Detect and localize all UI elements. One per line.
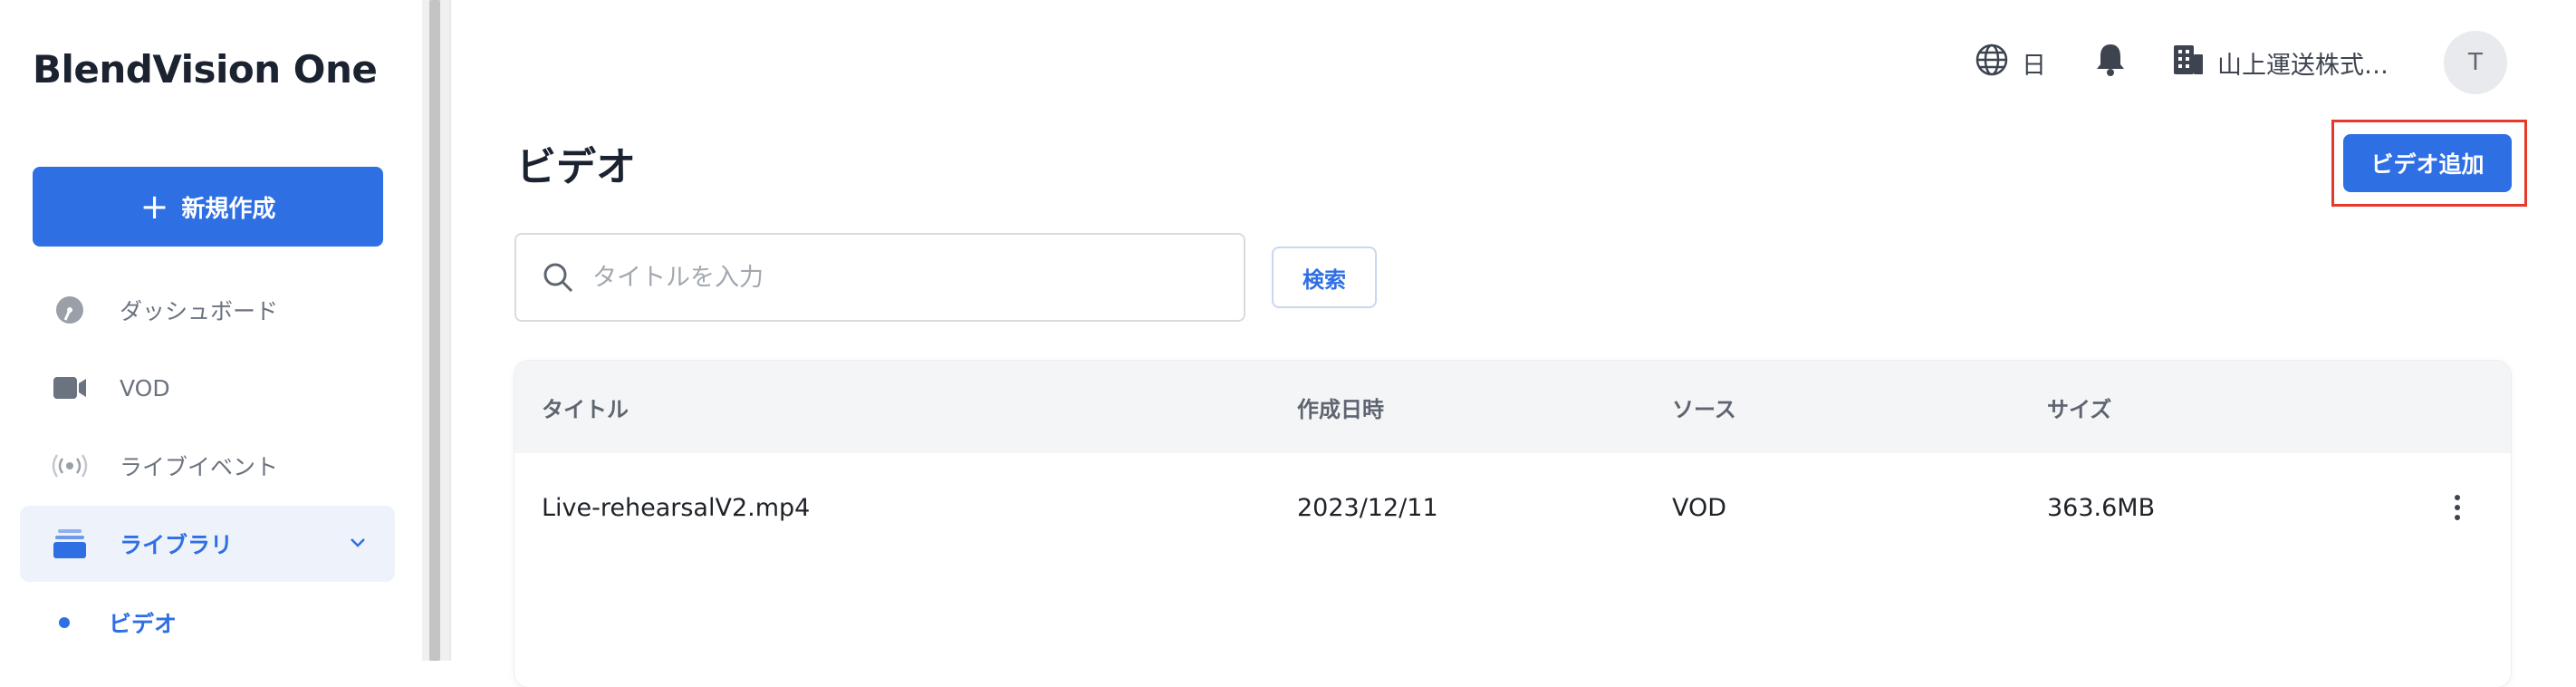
cell-title[interactable]: Live-rehearsalV2.mp4 [542, 494, 810, 522]
new-create-label: 新規作成 [181, 195, 276, 223]
library-icon [20, 528, 120, 559]
column-header-size[interactable]: サイズ [2047, 392, 2111, 423]
cell-created: 2023/12/11 [1297, 494, 1438, 522]
new-create-button[interactable]: + 新規作成 [33, 167, 383, 247]
broadcast-icon [20, 452, 120, 479]
bell-icon [2094, 43, 2127, 83]
sidebar-item-label: ダッシュボード [120, 298, 279, 324]
sidebar-item-label: ライブイベント [120, 454, 279, 480]
sidebar-subitem-video[interactable]: ビデオ [20, 591, 395, 654]
video-table: タイトル 作成日時 ソース サイズ Live-rehearsalV2.mp4 2… [514, 361, 2511, 687]
plus-icon: + [139, 187, 169, 227]
video-camera-icon [20, 374, 120, 402]
sidebar-item-label: ライブラリ [120, 532, 234, 558]
app-logo[interactable]: BlendVision One [33, 47, 378, 92]
column-header-source[interactable]: ソース [1672, 392, 1736, 423]
scrollbar-thumb[interactable] [429, 0, 440, 661]
cell-source: VOD [1672, 494, 1727, 522]
organization-selector[interactable]: 山上運送株式… [2172, 40, 2389, 85]
notifications-button[interactable] [2094, 40, 2127, 85]
divider [449, 0, 451, 661]
cell-size: 363.6MB [2047, 494, 2156, 522]
chevron-down-icon [348, 531, 368, 557]
page-title: ビデオ [516, 144, 636, 190]
language-selector[interactable]: 日 [1975, 40, 2046, 85]
dashboard-icon [20, 295, 120, 325]
add-video-button[interactable]: ビデオ追加 [2343, 134, 2512, 192]
sidebar-item-library[interactable]: ライブラリ [20, 506, 395, 582]
table-header: タイトル 作成日時 ソース サイズ [514, 361, 2511, 453]
search-input[interactable] [592, 263, 1226, 292]
sidebar-item-vod[interactable]: VOD [20, 350, 395, 426]
column-header-created[interactable]: 作成日時 [1297, 392, 1384, 423]
building-icon [2172, 44, 2205, 82]
sidebar-item-dashboard[interactable]: ダッシュボード [20, 272, 395, 348]
globe-icon [1975, 43, 2009, 83]
sidebar-item-label: VOD [120, 374, 170, 402]
active-dot-icon [59, 617, 70, 628]
organization-name: 山上運送株式… [2217, 51, 2389, 80]
sidebar: BlendVision One + 新規作成 ダッシュボード VOD ライブイベ… [0, 0, 422, 661]
sidebar-item-live-event[interactable]: ライブイベント [20, 428, 395, 504]
search-icon [542, 261, 574, 294]
sidebar-subitem-label: ビデオ [109, 611, 178, 637]
language-label: 日 [2022, 51, 2046, 80]
more-options-icon[interactable] [2444, 488, 2471, 527]
search-button[interactable]: 検索 [1272, 247, 1377, 308]
sidebar-scrollbar[interactable] [422, 0, 449, 661]
avatar[interactable]: T [2444, 31, 2507, 94]
search-field[interactable] [514, 233, 1245, 322]
column-header-title[interactable]: タイトル [542, 392, 629, 423]
